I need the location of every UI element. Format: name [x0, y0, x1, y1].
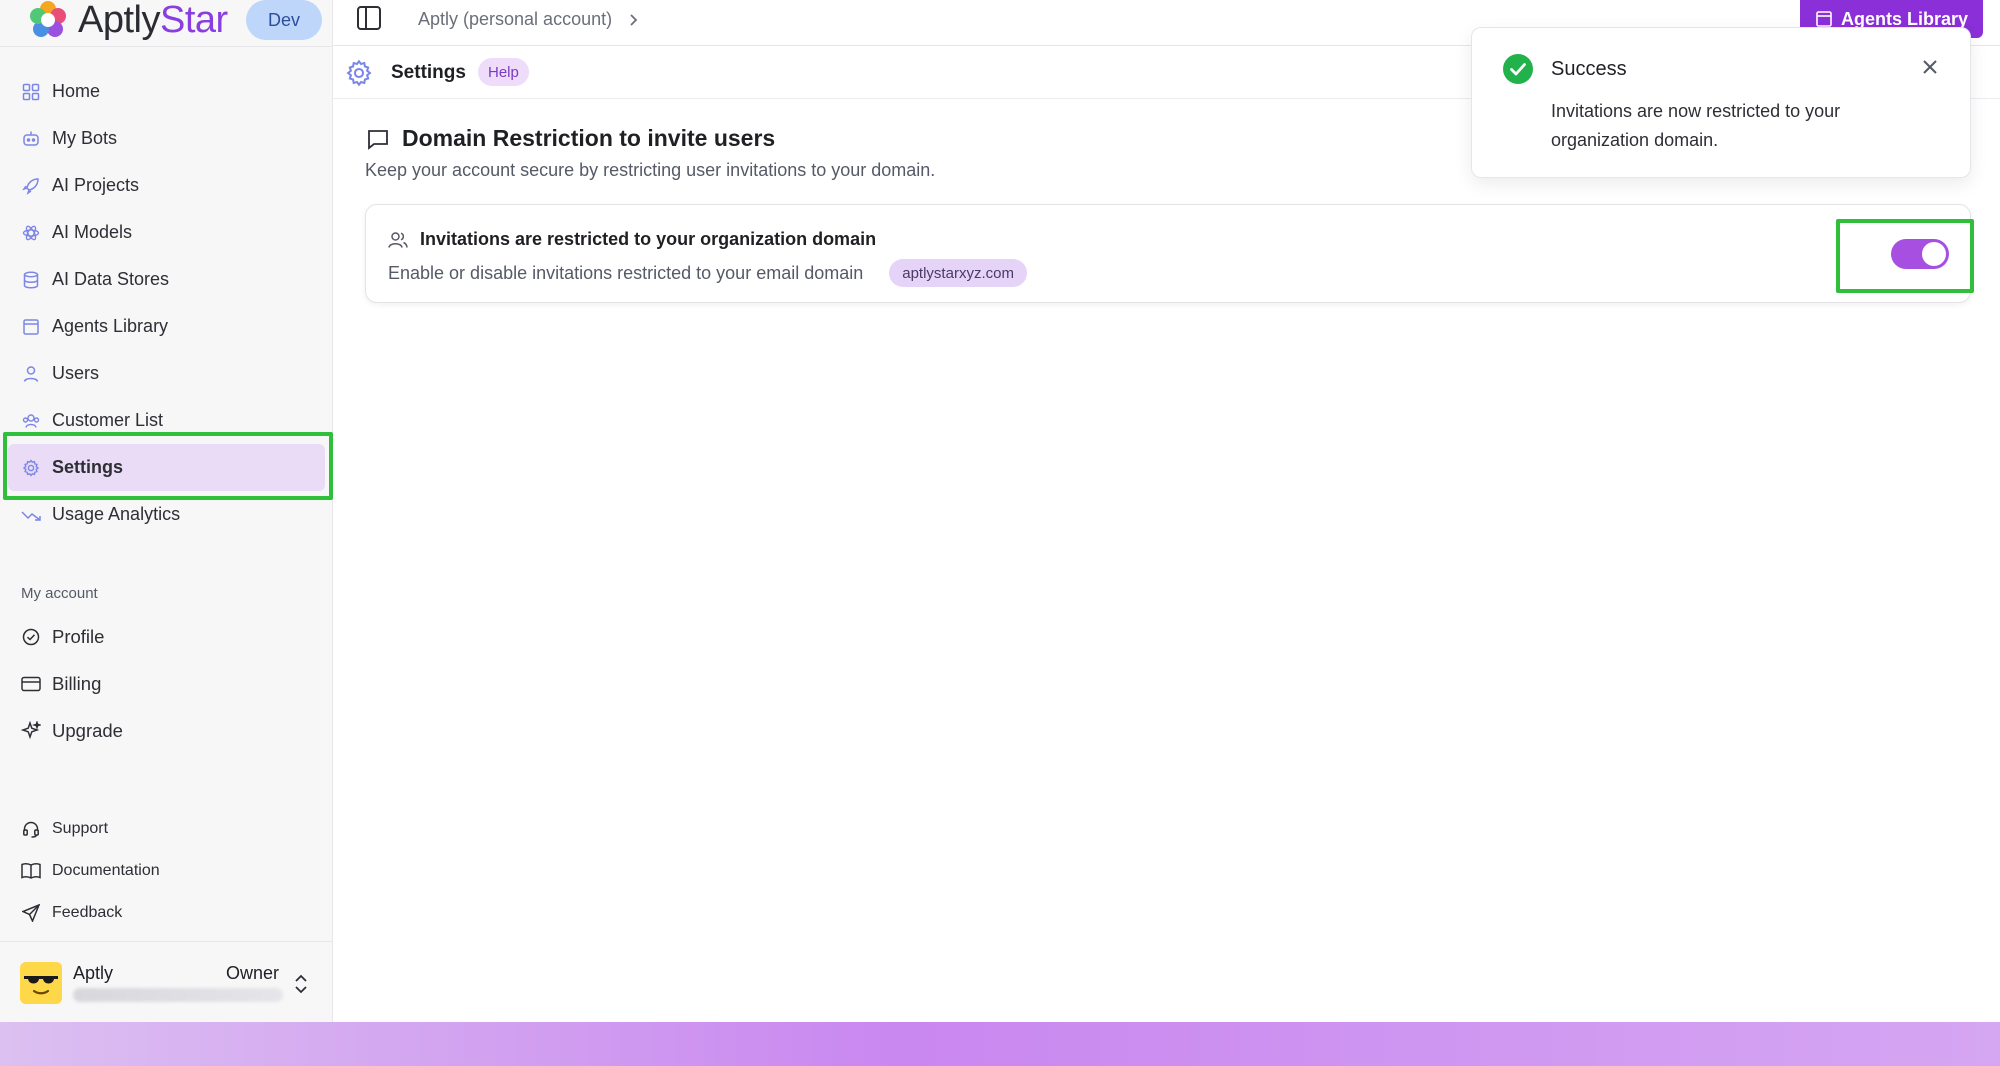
rocket-icon [20, 175, 42, 197]
database-icon [20, 269, 42, 291]
card-description: Enable or disable invitations restricted… [388, 262, 864, 283]
sidebar-item-profile[interactable]: Profile [0, 613, 333, 660]
library-icon [20, 316, 42, 338]
sidebar-item-my-bots[interactable]: My Bots [0, 115, 333, 162]
divider [0, 941, 333, 942]
user-icon [20, 363, 42, 385]
success-toast: Success Invitations are now restricted t… [1471, 27, 1971, 178]
sidebar-item-label: Upgrade [52, 719, 123, 741]
sidebar-item-home[interactable]: Home [0, 68, 333, 115]
library-icon [1816, 11, 1832, 27]
section-header: Domain Restriction to invite users [366, 125, 775, 152]
sidebar-item-documentation[interactable]: Documentation [0, 850, 333, 892]
sidebar-item-label: AI Data Stores [52, 269, 170, 289]
sidebar-item-label: Documentation [52, 862, 160, 879]
card-title: Invitations are restricted to your organ… [420, 229, 877, 249]
sidebar-item-users[interactable]: Users [0, 350, 333, 397]
brand-logo-icon [30, 1, 66, 37]
book-icon [20, 860, 42, 882]
settings-highlight [3, 432, 333, 500]
sidebar-item-label: Usage Analytics [52, 504, 181, 524]
sidebar-item-label: Customer List [52, 410, 164, 430]
sidebar-item-billing[interactable]: Billing [0, 660, 333, 707]
bot-icon [20, 128, 42, 150]
users-icon [20, 410, 42, 432]
sidebar-item-label: Support [52, 820, 109, 837]
card-icon [20, 673, 42, 695]
user-email-redacted [73, 988, 283, 1002]
users-icon [388, 231, 408, 248]
atom-icon [20, 222, 42, 244]
account-nav: Profile Billing Upgrade [0, 613, 333, 754]
breadcrumb-account[interactable]: Aptly (personal account) [418, 9, 612, 30]
headset-icon [20, 818, 42, 840]
section-title: Domain Restriction to invite users [402, 125, 776, 151]
toast-message: Invitations are now restricted to your o… [1551, 101, 1841, 150]
page-title: Settings [391, 62, 466, 83]
sidebar-item-label: My Bots [52, 128, 118, 148]
home-icon [20, 81, 42, 103]
close-icon[interactable] [1918, 55, 1942, 79]
user-card[interactable]: Aptly Owner [20, 962, 320, 1006]
sidebar-item-agents-library[interactable]: Agents Library [0, 303, 333, 350]
brand-name: AptlyStar [78, 0, 228, 41]
toast-title: Success [1551, 58, 1627, 80]
sparkle-icon [20, 720, 42, 742]
domain-restriction-card: Invitations are restricted to your organ… [365, 204, 1971, 303]
sidebar-item-label: AI Models [52, 222, 133, 242]
sunglasses-emoji-icon [20, 962, 62, 1004]
footer-nav: Support Documentation Feedback [0, 808, 333, 934]
card-description-row: Enable or disable invitations restricted… [388, 259, 1027, 287]
message-square-icon [368, 129, 388, 150]
help-badge[interactable]: Help [478, 58, 529, 86]
domain-chip: aptlystarxyz.com [889, 259, 1027, 287]
brand[interactable]: AptlyStar [28, 0, 228, 40]
chevron-right-icon [630, 13, 638, 26]
trend-icon [20, 504, 42, 526]
my-account-label: My account [21, 585, 98, 602]
sidebar-item-label: AI Projects [52, 175, 140, 195]
check-circle-icon [20, 626, 42, 648]
user-name: Aptly [73, 963, 114, 983]
check-circle-icon [1503, 54, 1533, 84]
send-icon [20, 902, 42, 924]
sidebar-item-label: Agents Library [52, 316, 169, 336]
sidebar-item-upgrade[interactable]: Upgrade [0, 707, 333, 754]
sidebar-item-ai-projects[interactable]: AI Projects [0, 162, 333, 209]
gear-icon [346, 59, 372, 87]
sidebar-item-support[interactable]: Support [0, 808, 333, 850]
sidebar-item-ai-models[interactable]: AI Models [0, 209, 333, 256]
chevron-up-down-icon[interactable] [292, 972, 310, 996]
sidebar: AptlyStar Dev Home My Bots AI Projects A… [0, 0, 333, 1022]
sidebar-item-label: Profile [52, 625, 105, 647]
user-role: Owner [226, 963, 280, 983]
bottom-gradient-bar [0, 1022, 2000, 1066]
sidebar-toggle-icon[interactable] [355, 4, 383, 32]
sidebar-item-label: Users [52, 363, 100, 383]
env-badge[interactable]: Dev [246, 0, 322, 40]
sidebar-item-feedback[interactable]: Feedback [0, 892, 333, 934]
breadcrumb[interactable]: Aptly (personal account) [418, 9, 640, 30]
avatar [20, 962, 62, 1004]
sidebar-item-label: Billing [52, 672, 102, 694]
toggle-highlight [1836, 219, 1974, 293]
sidebar-item-label: Feedback [52, 904, 123, 921]
divider [0, 46, 333, 47]
sidebar-item-ai-data-stores[interactable]: AI Data Stores [0, 256, 333, 303]
sidebar-item-label: Home [52, 81, 101, 101]
section-subtitle: Keep your account secure by restricting … [365, 160, 936, 180]
card-title-row: Invitations are restricted to your organ… [388, 229, 876, 250]
